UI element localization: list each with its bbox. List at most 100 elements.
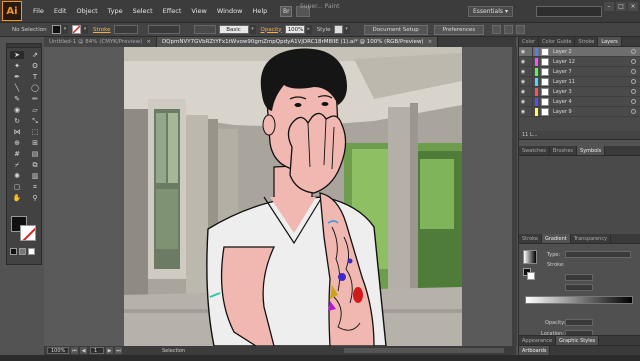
- visibility-eye-icon[interactable]: ◉: [519, 49, 527, 55]
- fill-swatch[interactable]: [52, 25, 61, 34]
- gradient-preview-swatch[interactable]: [523, 250, 537, 264]
- tab-brushes[interactable]: Brushes: [550, 146, 578, 155]
- blob-brush-tool-icon[interactable]: ◉: [10, 106, 24, 114]
- artboard[interactable]: [124, 47, 462, 346]
- target-circle-icon[interactable]: [631, 89, 636, 94]
- blend-tool-icon[interactable]: ⧉: [28, 161, 42, 169]
- tab-stroke[interactable]: Stroke: [575, 37, 599, 46]
- lock-toggle[interactable]: [527, 56, 533, 67]
- stroke-link[interactable]: Stroke: [93, 27, 111, 33]
- zoom-field[interactable]: 100%: [47, 347, 69, 354]
- mini-stroke-swatch[interactable]: [527, 272, 535, 280]
- bridge-icon[interactable]: Br: [280, 5, 293, 17]
- tab-transparency[interactable]: Transparency: [571, 234, 612, 243]
- tab-color[interactable]: Color: [519, 37, 540, 46]
- align-icon[interactable]: [492, 25, 502, 34]
- menu-window[interactable]: Window: [212, 7, 248, 15]
- slice-tool-icon[interactable]: ⌗: [28, 183, 42, 191]
- maximize-icon[interactable]: □: [616, 2, 626, 11]
- stroke-color-box[interactable]: [20, 225, 36, 241]
- opacity-dropdown-icon[interactable]: ▸: [305, 25, 312, 34]
- variable-width-field[interactable]: [147, 25, 180, 34]
- target-circle-icon[interactable]: [631, 69, 636, 74]
- visibility-eye-icon[interactable]: ◉: [519, 79, 527, 85]
- gradient-mode-icon[interactable]: [19, 248, 26, 255]
- target-circle-icon[interactable]: [631, 59, 636, 64]
- menu-help[interactable]: Help: [247, 7, 272, 15]
- brush-field[interactable]: Basic: [218, 25, 249, 34]
- gradient-angle-field[interactable]: [565, 274, 593, 281]
- tab-layers[interactable]: Layers: [598, 37, 622, 46]
- paintbrush-tool-icon[interactable]: ✎: [10, 95, 24, 103]
- layer-row[interactable]: ◉ Layer 4: [519, 96, 640, 107]
- pencil-tool-icon[interactable]: ✏: [28, 95, 42, 103]
- line-tool-icon[interactable]: ╲: [10, 84, 24, 92]
- visibility-eye-icon[interactable]: ◉: [519, 109, 527, 115]
- type-tool-icon[interactable]: T: [28, 73, 42, 81]
- preferences-button[interactable]: Preferences: [433, 24, 485, 35]
- minimize-icon[interactable]: –: [604, 2, 614, 11]
- document-setup-button[interactable]: Document Setup: [363, 24, 428, 35]
- menu-object[interactable]: Object: [71, 7, 102, 15]
- tab-gradient[interactable]: Gradient: [541, 234, 571, 243]
- menu-edit[interactable]: Edit: [49, 7, 72, 15]
- visibility-eye-icon[interactable]: ◉: [519, 69, 527, 75]
- menu-effect[interactable]: Effect: [158, 7, 187, 15]
- zoom-tool-icon[interactable]: ⚲: [28, 194, 42, 202]
- layer-row[interactable]: ◉ Layer 11: [519, 76, 640, 87]
- visibility-eye-icon[interactable]: ◉: [519, 59, 527, 65]
- next-artboard-icon[interactable]: ▶: [106, 347, 113, 354]
- close-icon[interactable]: ×: [628, 2, 638, 11]
- scale-tool-icon[interactable]: ⤡: [28, 117, 42, 125]
- perspective-grid-tool-icon[interactable]: ⊞: [28, 139, 42, 147]
- prev-artboard-icon[interactable]: ◀: [80, 347, 87, 354]
- tab-graphic-styles[interactable]: Graphic Styles: [556, 336, 600, 345]
- ellipse-tool-icon[interactable]: ◯: [28, 84, 42, 92]
- magic-wand-tool-icon[interactable]: ✦: [10, 62, 24, 70]
- mesh-tool-icon[interactable]: #: [10, 150, 24, 158]
- target-circle-icon[interactable]: [631, 49, 636, 54]
- doc-tab-active[interactable]: DQpmNVY7GVbRZtYFx1tWvow90gmZmpQpdyA1VjDR…: [156, 37, 439, 47]
- doc-tab-untitled[interactable]: Untitled-1 @ 84% (CMYK/Preview) ×: [44, 37, 157, 47]
- lock-toggle[interactable]: [527, 96, 533, 107]
- close-icon[interactable]: ×: [428, 39, 433, 45]
- lock-toggle[interactable]: [527, 66, 533, 77]
- gradient-tool-icon[interactable]: ▤: [28, 150, 42, 158]
- stroke-dropdown-icon[interactable]: ▾: [82, 25, 88, 34]
- column-graph-tool-icon[interactable]: ▥: [28, 172, 42, 180]
- none-mode-icon[interactable]: [28, 248, 35, 255]
- layer-row[interactable]: ◉ Layer 9: [519, 106, 640, 117]
- width-tool-icon[interactable]: ⋈: [10, 128, 24, 136]
- layer-row[interactable]: ◉ Layer 12: [519, 56, 640, 67]
- pen-tool-icon[interactable]: ✒: [10, 73, 24, 81]
- target-circle-icon[interactable]: [631, 99, 636, 104]
- visibility-eye-icon[interactable]: ◉: [519, 89, 527, 95]
- first-artboard-icon[interactable]: ⏮: [71, 347, 78, 354]
- lock-toggle[interactable]: [527, 76, 533, 87]
- layer-row[interactable]: ◉ Layer 7: [519, 66, 640, 77]
- horizontal-scrollbar[interactable]: [344, 348, 504, 353]
- gradient-slider[interactable]: [525, 296, 633, 304]
- opacity-field[interactable]: 100%: [284, 25, 305, 34]
- last-artboard-icon[interactable]: ⏭: [115, 347, 122, 354]
- opacity-link[interactable]: Opacity: [261, 27, 282, 33]
- tab-artboards[interactable]: Artboards: [519, 346, 551, 355]
- help-search-input[interactable]: [536, 6, 602, 17]
- selection-tool-icon[interactable]: ➤: [10, 51, 24, 59]
- style-dropdown-icon[interactable]: ▾: [343, 25, 350, 34]
- stroke-swatch[interactable]: [72, 25, 81, 34]
- tab-appearance[interactable]: Appearance: [519, 336, 557, 345]
- layer-row[interactable]: ◉ Layer 3: [519, 86, 640, 97]
- vertical-scrollbar[interactable]: [512, 47, 517, 346]
- artboard-number-field[interactable]: 1: [90, 347, 104, 354]
- tab-color-guide[interactable]: Color Guide: [539, 37, 576, 46]
- target-circle-icon[interactable]: [631, 109, 636, 114]
- brush-definition-dropdown[interactable]: [193, 25, 216, 34]
- hand-tool-icon[interactable]: ✋: [10, 194, 24, 202]
- eraser-tool-icon[interactable]: ▱: [28, 106, 42, 114]
- workspace-switcher[interactable]: Essentials ▾: [468, 6, 513, 17]
- menu-type[interactable]: Type: [103, 7, 128, 15]
- gradient-type-dropdown[interactable]: [565, 251, 631, 258]
- eyedropper-tool-icon[interactable]: ⌿: [10, 161, 24, 169]
- layer-row[interactable]: ◉ Layer 2: [519, 46, 640, 57]
